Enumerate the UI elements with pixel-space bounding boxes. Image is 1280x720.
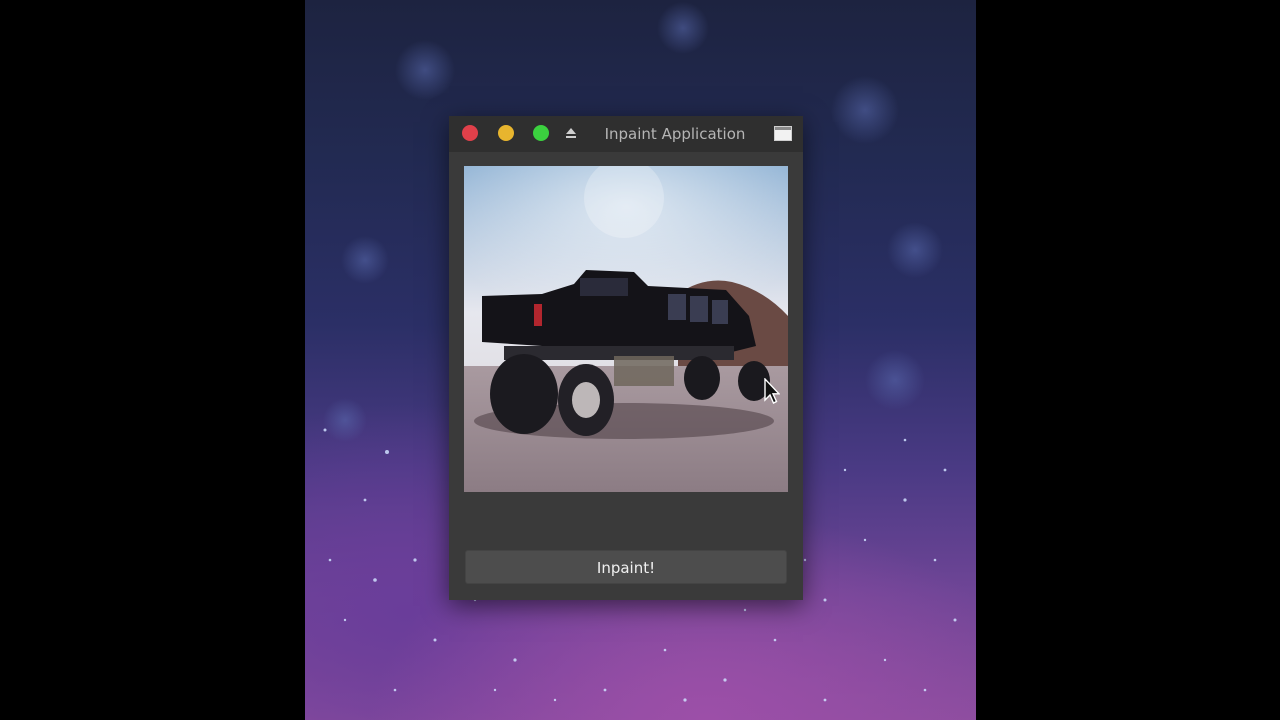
mouse-cursor-icon (764, 378, 780, 404)
minimize-icon[interactable] (498, 125, 514, 141)
inpaint-button[interactable]: Inpaint! (465, 550, 787, 584)
image-canvas[interactable] (464, 166, 788, 492)
title-bar[interactable]: Inpaint Application (449, 116, 803, 152)
restore-icon[interactable] (774, 126, 792, 141)
screen: Inpaint Application Inpaint! (0, 0, 1280, 720)
close-icon[interactable] (462, 125, 478, 141)
maximize-icon[interactable] (533, 125, 549, 141)
inpaint-window: Inpaint Application Inpaint! (449, 116, 803, 600)
truck-image (464, 166, 788, 492)
window-title: Inpaint Application (604, 125, 746, 143)
eject-icon[interactable] (565, 126, 577, 140)
